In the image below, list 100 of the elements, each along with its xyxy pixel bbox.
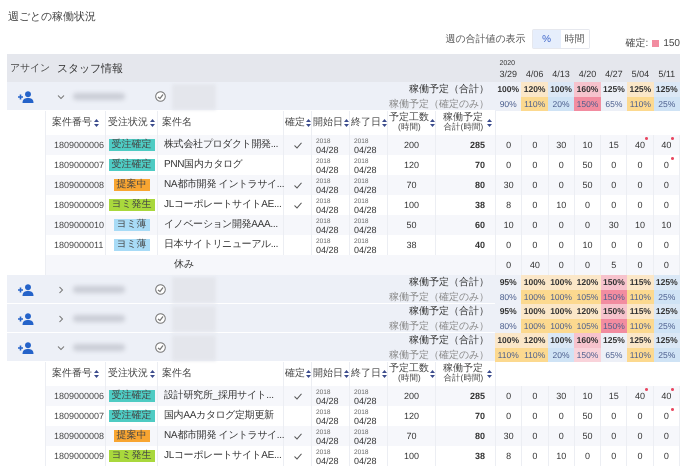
total-label: 稼働予定（合計） [409,304,489,318]
week-hours: 10 [504,220,514,230]
check-icon [294,202,302,208]
percentage-cell: 125% [654,82,680,96]
chevron-icon[interactable] [57,344,65,352]
percentage-cell: 110% [521,96,548,111]
week-hours: 0 [611,451,616,461]
sort-icon[interactable] [382,119,387,127]
add-person-icon[interactable] [18,284,34,296]
week-hours: 0 [558,160,564,170]
week-hours: 50 [582,431,592,441]
column-header: 開始日 [313,118,343,128]
week-hours: 0 [532,160,538,170]
total-label: 稼働予定（合計） [409,334,489,347]
week-hours: 0 [506,411,512,421]
week-hours: 0 [506,391,512,401]
total-label: 稼働予定（合計） [409,276,489,289]
week-hours: 0 [584,451,590,461]
sort-icon[interactable] [306,370,311,378]
column-header: 受注状況 [108,369,148,379]
week-hours: 0 [611,200,616,210]
check-circle-icon [155,313,166,324]
sort-icon[interactable] [94,119,99,127]
week-hours: 15 [608,140,619,150]
week-hours: 0 [638,180,643,190]
sort-icon[interactable] [150,119,155,127]
week-hours: 10 [582,140,592,150]
week-hours: 0 [558,411,564,421]
check-circle-icon [155,284,166,295]
week-hours: 0 [532,200,538,210]
total-label: 稼働予定（合計） [409,82,489,96]
status-badge: ヨミ発生 [108,450,154,462]
sort-icon[interactable] [430,119,435,127]
sort-icon[interactable] [487,370,492,378]
week-hours: 0 [664,240,669,250]
week-hours: 10 [582,240,592,250]
status-badge: ヨミ発生 [108,199,154,211]
sort-icon[interactable] [430,370,435,378]
total-hours: 38 [436,446,496,466]
check-circle-icon [155,342,166,353]
percentage-cell: 125% [654,333,680,348]
sort-icon[interactable] [94,370,99,378]
week-hours: 0 [664,160,669,170]
status-badge: 受注確定 [108,159,154,171]
sort-icon[interactable] [382,370,387,378]
week-hours: 0 [532,220,538,230]
percentage-cell: 100% [521,304,548,318]
sort-icon[interactable] [306,119,311,127]
week-hours: 30 [556,391,566,401]
percentage-cell: 125% [600,82,628,96]
week-hours: 40 [661,391,672,401]
week-hours: 30 [504,431,514,441]
week-hours: 10 [635,220,646,230]
week-date: 5/11 [658,69,676,79]
week-date: 4/06 [526,69,544,79]
percentage-cell: 150% [600,304,628,318]
status-badge: 受注確定 [108,390,154,402]
sort-icon[interactable] [344,370,349,378]
sort-icon[interactable] [150,370,155,378]
percentage-cell: 120% [521,333,548,348]
week-hours: 0 [584,220,590,230]
chevron-icon[interactable] [57,314,65,322]
percentage-cell: 110% [521,348,548,362]
column-header: 終了日 [351,369,381,379]
week-hours: 0 [558,180,564,190]
week-date: 4/13 [552,69,570,79]
sort-icon[interactable] [487,119,492,127]
project-name: JLコーポレートサイトAE... [158,446,284,466]
week-hours: 5 [611,260,616,270]
check-icon [294,392,302,400]
status-badge: 受注確定 [108,410,154,422]
column-header: 稼働予定 合計(時間) [442,113,484,133]
confirmed-label: 稼働予定（確定のみ） [389,290,489,304]
week-hours: 0 [664,200,669,210]
check-icon [294,182,302,188]
week-hours: 0 [532,391,538,401]
chevron-icon[interactable] [57,286,65,294]
add-person-icon[interactable] [18,312,34,324]
week-hours: 40 [635,391,646,401]
column-header: 終了日 [351,118,381,128]
week-hours: 50 [582,411,592,421]
page-title: 週ごとの稼働状況 [7,10,97,25]
week-hours: 0 [558,240,564,250]
percentage-cell: 80% [495,318,522,333]
week-hours: 0 [558,220,564,230]
percentage-cell: 120% [574,275,601,290]
week-hours: 0 [532,180,538,190]
week-hours: 10 [556,451,566,461]
planned-hours: 100 [388,446,436,466]
legend-label: 確定: [626,36,648,50]
chevron-icon[interactable] [57,92,65,100]
week-hours: 0 [611,160,616,170]
add-person-icon[interactable] [18,342,34,354]
week-hours: 0 [664,260,669,270]
week-hours: 0 [638,260,643,270]
week-hours: 0 [558,431,564,441]
sort-icon[interactable] [344,119,349,127]
week-hours: 0 [506,260,512,270]
toggle-option[interactable]: % [532,30,561,48]
add-person-icon[interactable] [18,90,34,102]
